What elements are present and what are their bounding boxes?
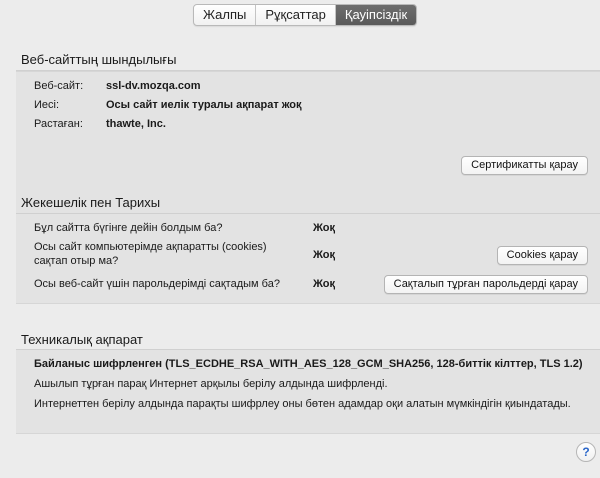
- privacy-history-box: Бұл сайтта бүгінге дейін болдым ба? Жоқ …: [16, 214, 600, 304]
- website-label: Веб-сайт:: [34, 80, 84, 92]
- encryption-explanation-text: Интернеттен берілу алдында парақты шифрл…: [34, 398, 571, 410]
- help-button[interactable]: ?: [576, 442, 596, 462]
- security-panel: Веб-сайттың шындылығы Веб-сайт: ssl-dv.m…: [0, 36, 600, 478]
- privacy-history-title: Жекешелік пен Тарихы: [21, 195, 161, 210]
- visited-before-question: Бұл сайтта бүгінге дейін болдым ба?: [34, 222, 223, 234]
- cookies-answer: Жоқ: [313, 249, 336, 261]
- verified-by-label: Растаған:: [34, 118, 83, 130]
- passwords-answer: Жоқ: [313, 278, 336, 290]
- tab-security[interactable]: Қауіпсіздік: [335, 5, 417, 25]
- tab-general[interactable]: Жалпы: [194, 5, 257, 25]
- owner-value: Осы сайт иелік туралы ақпарат жоқ: [106, 99, 302, 111]
- technical-details-title: Техникалық ақпарат: [21, 332, 143, 347]
- cookies-question-line2: сақтап отыр ма?: [34, 255, 119, 267]
- view-cookies-button[interactable]: Cookies қарау: [496, 246, 588, 265]
- view-certificate-button[interactable]: Сертификатты қарау: [461, 156, 588, 175]
- connection-encrypted-text: Байланыс шифрленген (TLS_ECDHE_RSA_WITH_…: [34, 358, 583, 370]
- passwords-question: Осы веб-сайт үшін парольдерімді сақтадым…: [34, 278, 280, 290]
- verified-by-value: thawte, Inc.: [106, 118, 166, 130]
- website-value: ssl-dv.mozqa.com: [106, 80, 201, 92]
- cookies-question-line1: Осы сайт компьютерімде ақпаратты (cookie…: [34, 241, 267, 253]
- website-identity-title: Веб-сайттың шындылығы: [21, 52, 177, 67]
- page-encrypted-text: Ашылып тұрған парақ Интернет арқылы бері…: [34, 378, 388, 390]
- technical-details-box: Байланыс шифрленген (TLS_ECDHE_RSA_WITH_…: [16, 350, 600, 434]
- tab-bar: Жалпы Рұқсаттар Қауіпсіздік: [193, 4, 418, 26]
- owner-label: Иесі:: [34, 99, 60, 111]
- visited-before-answer: Жоқ: [313, 222, 336, 234]
- view-saved-passwords-button[interactable]: Сақталып тұрған парольдерді қарау: [383, 275, 588, 294]
- tab-permissions[interactable]: Рұқсаттар: [256, 5, 336, 25]
